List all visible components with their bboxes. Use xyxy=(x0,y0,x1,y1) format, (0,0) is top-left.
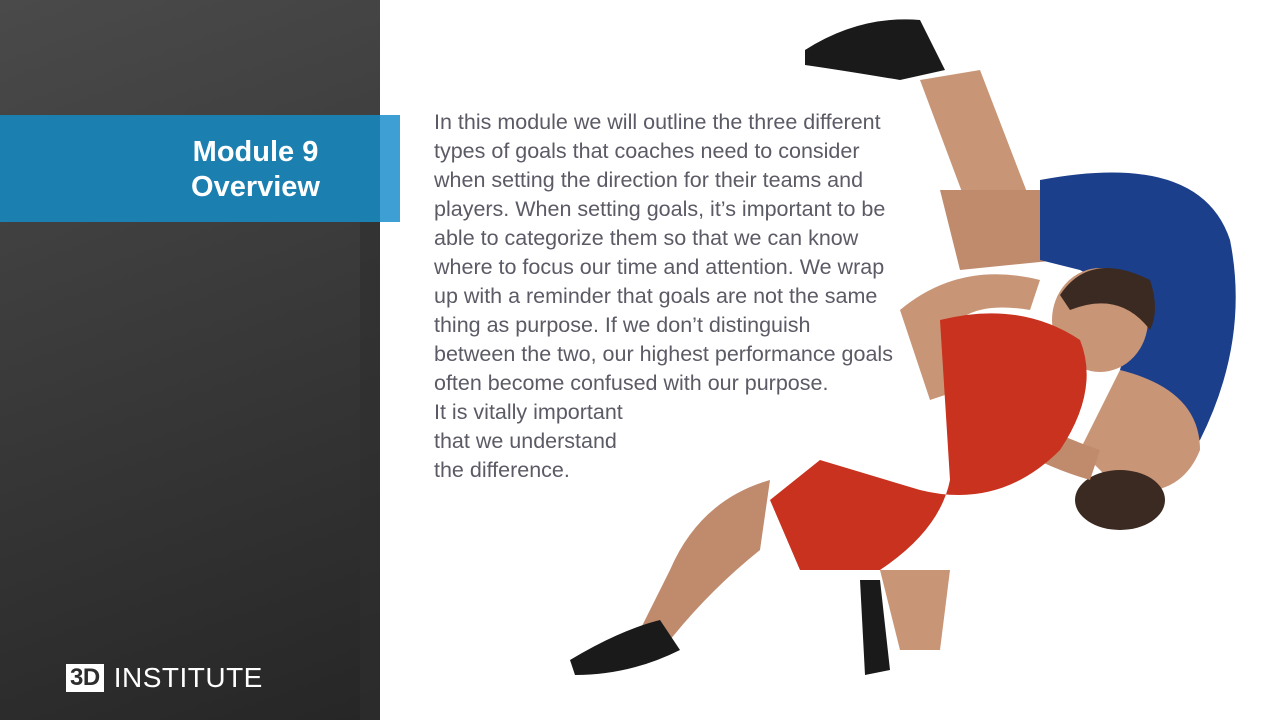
body-text: In this module we will outline the three… xyxy=(434,108,894,485)
blue-shoe xyxy=(805,19,945,80)
sidebar xyxy=(0,0,380,720)
title-band: Module 9 Overview xyxy=(0,115,380,222)
logo-word: INSTITUTE xyxy=(113,662,263,693)
slide-title-line1: Module 9 xyxy=(192,136,319,168)
body-paragraph: In this module we will outline the three… xyxy=(434,110,893,395)
logo-box: 3D xyxy=(66,664,104,692)
slide-title-line2: Overview xyxy=(191,171,320,203)
logo: 3D INSTITUTE xyxy=(66,662,263,694)
body-line-a: It is vitally important xyxy=(434,400,623,424)
red-shin xyxy=(880,570,950,650)
red-shoe-left xyxy=(570,620,680,675)
red-shoe-right xyxy=(860,580,890,675)
title-tab xyxy=(380,115,400,222)
body-line-b: that we understand xyxy=(434,429,617,453)
red-leg xyxy=(640,480,770,640)
slide-title: Module 9 Overview xyxy=(191,135,320,205)
body-line-c: the difference. xyxy=(434,458,570,482)
sidebar-edge xyxy=(360,222,380,720)
